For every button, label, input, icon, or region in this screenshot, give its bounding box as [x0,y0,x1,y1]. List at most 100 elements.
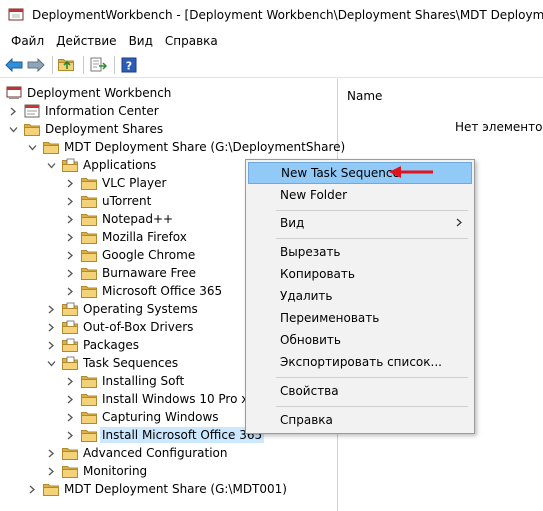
column-header-name[interactable]: Name [347,89,382,103]
doc-folder-icon [62,320,78,334]
menu-separator [276,210,468,211]
tree-label: Applications [83,158,157,172]
tree-label: Microsoft Office 365 [102,284,223,298]
toolbar: ? [0,52,543,78]
folder-icon [81,374,97,388]
folder-icon [24,122,40,136]
doc-folder-icon [62,356,78,370]
help-icon[interactable]: ? [119,55,139,75]
tree-item-app[interactable]: uTorrent [65,192,153,210]
chevron-right-icon[interactable] [65,232,75,242]
menu-help[interactable]: Справка [160,34,223,48]
folder-icon [81,410,97,424]
tree-item-app[interactable]: Burnaware Free [65,264,198,282]
back-arrow-icon[interactable] [4,55,24,75]
menu-item-label: New Folder [280,188,348,202]
tree-item-drivers[interactable]: Out-of-Box Drivers [46,318,195,336]
tree-item-app[interactable]: Google Chrome [65,246,197,264]
forward-arrow-icon[interactable] [26,55,46,75]
menu-item-cut[interactable]: Вырезать [248,241,472,263]
chevron-right-icon[interactable] [65,268,75,278]
folder-icon [62,464,78,478]
chevron-right-icon[interactable] [65,412,75,422]
chevron-right-icon[interactable] [46,322,56,332]
doc-folder-icon [62,338,78,352]
chevron-right-icon[interactable] [65,376,75,386]
folder-icon [81,284,97,298]
chevron-right-icon[interactable] [65,430,75,440]
chevron-right-icon[interactable] [65,196,75,206]
menu-action[interactable]: Действие [51,34,121,48]
tree-item-app[interactable]: Mozilla Firefox [65,228,189,246]
tree-item-advanced-configuration[interactable]: Advanced Configuration [46,444,229,462]
chevron-down-icon[interactable] [46,160,56,170]
tree-item-deployment-shares[interactable]: Deployment Shares [8,120,165,138]
folder-icon [62,446,78,460]
information-center-icon [24,104,40,118]
workbench-icon [6,86,22,100]
menu-item-view[interactable]: Вид [248,212,472,234]
tree-item-task-sequence[interactable]: Capturing Windows [65,408,221,426]
tree-label: MDT Deployment Share (G:\MDT001) [64,482,287,496]
tree-item-applications[interactable]: Applications [46,156,158,174]
chevron-down-icon[interactable] [27,142,37,152]
menu-item-rename[interactable]: Переименовать [248,307,472,329]
menu-item-properties[interactable]: Свойства [248,380,472,402]
menu-item-label: Свойства [280,384,339,398]
folder-icon [81,266,97,280]
menu-item-new-folder[interactable]: New Folder [248,184,472,206]
menu-item-export-list[interactable]: Экспортировать список... [248,351,472,373]
doc-folder-icon [62,302,78,316]
menu-file[interactable]: Файл [6,34,49,48]
chevron-right-icon[interactable] [65,286,75,296]
export-list-icon[interactable] [88,55,108,75]
up-folder-icon[interactable] [57,55,77,75]
menu-item-new-task-sequence[interactable]: New Task Sequence [248,162,472,184]
chevron-right-icon[interactable] [65,178,75,188]
folder-icon [81,194,97,208]
tree-item-share1[interactable]: MDT Deployment Share (G:\DeploymentShare… [27,138,347,156]
tree-item-packages[interactable]: Packages [46,336,141,354]
tree-label: Capturing Windows [102,410,219,424]
chevron-right-icon[interactable] [46,448,56,458]
tree-label: Advanced Configuration [83,446,228,460]
window-title: DeploymentWorkbench - [Deployment Workbe… [32,8,543,22]
tree-label: Install Microsoft Office 365 [100,427,265,443]
tree-item-app[interactable]: Microsoft Office 365 [65,282,224,300]
menu-bar: Файл Действие Вид Справка [0,30,543,52]
chevron-right-icon[interactable] [27,484,37,494]
deployment-share-icon [43,140,59,154]
tree-item-deployment-workbench[interactable]: Deployment Workbench [6,84,173,102]
tree-item-monitoring[interactable]: Monitoring [46,462,149,480]
tree-item-app[interactable]: VLC Player [65,174,168,192]
tree-label: Install Windows 10 Pro x64 [102,392,264,406]
tree-item-task-sequence[interactable]: Installing Soft [65,372,186,390]
tree-label: Packages [83,338,139,352]
menu-item-label: Обновить [280,333,341,347]
menu-item-help[interactable]: Справка [248,409,472,431]
menu-item-delete[interactable]: Удалить [248,285,472,307]
tree-label: VLC Player [102,176,167,190]
tree-label: MDT Deployment Share (G:\DeploymentShare… [64,140,346,154]
tree-item-share2[interactable]: MDT Deployment Share (G:\MDT001) [27,480,289,498]
tree-item-task-sequences[interactable]: Task Sequences [46,354,180,372]
chevron-right-icon[interactable] [65,250,75,260]
folder-icon [81,428,97,442]
chevron-down-icon[interactable] [46,358,56,368]
chevron-right-icon[interactable] [8,106,18,116]
chevron-right-icon[interactable] [46,304,56,314]
tree-item-task-sequence[interactable]: Install Windows 10 Pro x64 [65,390,266,408]
tree-item-app[interactable]: Notepad++ [65,210,175,228]
tree-item-operating-systems[interactable]: Operating Systems [46,300,200,318]
context-menu: New Task Sequence New Folder Вид Вырезат… [245,159,475,434]
menu-item-copy[interactable]: Копировать [248,263,472,285]
chevron-right-icon[interactable] [46,466,56,476]
tree-item-task-sequence-selected[interactable]: Install Microsoft Office 365 [65,426,265,444]
chevron-right-icon[interactable] [65,394,75,404]
menu-item-refresh[interactable]: Обновить [248,329,472,351]
chevron-right-icon[interactable] [46,340,56,350]
chevron-right-icon[interactable] [65,214,75,224]
menu-view[interactable]: Вид [124,34,158,48]
chevron-down-icon[interactable] [8,124,18,134]
tree-item-information-center[interactable]: Information Center [8,102,161,120]
